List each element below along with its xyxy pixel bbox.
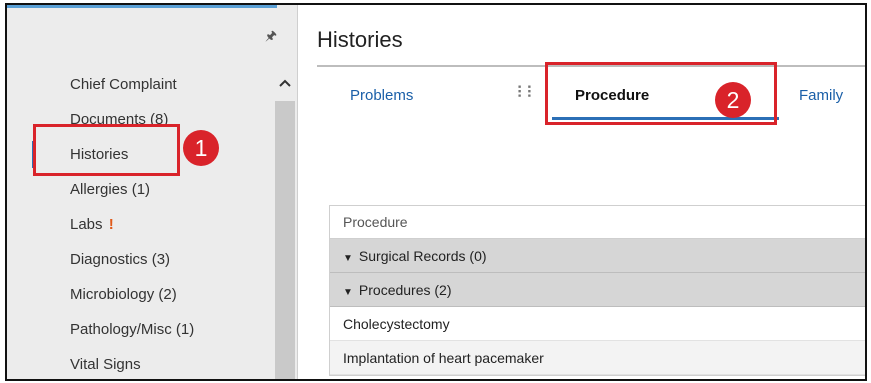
sidebar-item-label: Microbiology <box>70 286 155 303</box>
sidebar-nav: Chief Complaint Documents (8) Histories … <box>7 67 275 379</box>
sidebar: 🖈︎ Chief Complaint Documents (8) Histori… <box>7 5 297 379</box>
procedure-grid: Procedure ▼ Surgical Records (0) ▼ Procedu… <box>329 205 865 376</box>
table-row[interactable]: Implantation of heart pacemaker <box>330 341 865 375</box>
caret-down-icon[interactable]: ▼ <box>343 253 353 264</box>
sidebar-item-diagnostics[interactable]: Diagnostics (3) <box>7 242 275 277</box>
pane-divider[interactable] <box>297 5 311 379</box>
group-row-procedures[interactable]: ▼ Procedures (2) <box>330 273 865 307</box>
sidebar-item-chief-complaint[interactable]: Chief Complaint <box>7 67 275 102</box>
sidebar-item-microbiology[interactable]: Microbiology (2) <box>7 277 275 312</box>
sidebar-item-label: Pathology/Misc <box>70 321 172 338</box>
sidebar-item-pathology-misc[interactable]: Pathology/Misc (1) <box>7 312 275 347</box>
drag-handle-icon[interactable]: ⠇⠇ <box>516 83 537 103</box>
page-title: Histories <box>317 27 403 52</box>
caret-down-icon[interactable]: ▼ <box>343 287 353 298</box>
callout-badge-2: 2 <box>715 82 751 118</box>
sidebar-item-allergies[interactable]: Allergies (1) <box>7 172 275 207</box>
callout-badge-1: 1 <box>183 130 219 166</box>
group-row-surgical-records[interactable]: ▼ Surgical Records (0) <box>330 239 865 273</box>
sidebar-item-count: (2) <box>158 286 177 303</box>
alert-icon: ! <box>108 216 114 233</box>
group-count: (2) <box>434 282 452 298</box>
callout-box-1 <box>33 124 180 176</box>
scrollbar-thumb[interactable] <box>275 101 295 379</box>
sidebar-item-count: (1) <box>131 181 151 198</box>
grid-column-header[interactable]: Procedure <box>330 206 865 239</box>
group-count: (0) <box>469 248 487 264</box>
sidebar-item-label: Diagnostics <box>70 251 148 268</box>
app-window: 🖈︎ Chief Complaint Documents (8) Histori… <box>5 3 867 381</box>
sidebar-item-label: Labs <box>70 216 103 233</box>
sidebar-item-label: Vital Signs <box>70 356 141 373</box>
group-label: Surgical Records <box>358 248 466 264</box>
tab-problems[interactable]: Problems <box>350 87 413 104</box>
chevron-up-icon[interactable] <box>275 67 295 101</box>
sidebar-item-labs[interactable]: Labs ! <box>7 207 275 242</box>
table-row[interactable]: Cholecystectomy <box>330 307 865 341</box>
sidebar-item-vital-signs[interactable]: Vital Signs <box>7 347 275 379</box>
pin-icon[interactable]: 🖈︎ <box>265 27 277 49</box>
sidebar-item-label: Allergies <box>70 181 128 198</box>
group-label: Procedures <box>358 282 431 298</box>
sidebar-item-count: (3) <box>151 251 171 268</box>
sidebar-top-accent <box>7 5 277 8</box>
sidebar-item-label: Chief Complaint <box>70 76 177 93</box>
sidebar-item-count: (1) <box>175 321 195 338</box>
tab-family[interactable]: Family <box>799 87 843 104</box>
